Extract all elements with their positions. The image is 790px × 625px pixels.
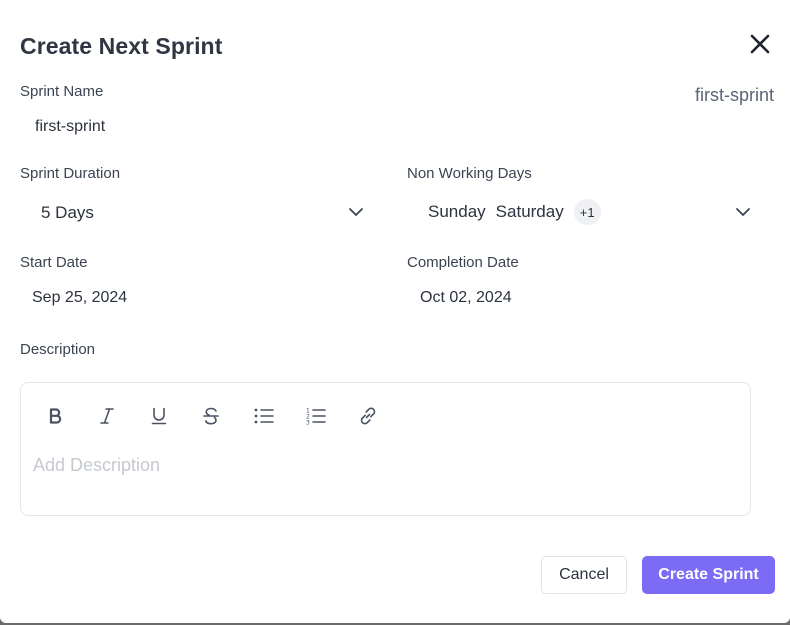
underline-button[interactable] <box>146 403 172 429</box>
bullet-list-button[interactable] <box>251 403 277 429</box>
bullet-list-icon <box>254 408 274 424</box>
more-days-badge: +1 <box>573 199 601 225</box>
sprint-slug: first-sprint <box>694 85 774 105</box>
modal-title: Create Next Sprint <box>20 33 223 59</box>
svg-text:3: 3 <box>306 420 310 427</box>
selected-days: Sunday Saturday +1 <box>428 199 601 225</box>
strikethrough-button[interactable] <box>198 403 224 429</box>
chevron-down-icon <box>736 208 750 216</box>
chevron-down-icon <box>349 208 363 216</box>
sprint-duration-label: Sprint Duration <box>20 165 121 182</box>
underline-icon <box>151 407 167 425</box>
italic-button[interactable] <box>94 403 120 429</box>
sprint-duration-value: 5 Days <box>41 203 94 222</box>
completion-date-label: Completion Date <box>407 254 519 271</box>
day-chip-saturday: Saturday <box>495 202 564 221</box>
cancel-button[interactable]: Cancel <box>541 556 627 594</box>
link-button[interactable] <box>355 403 381 429</box>
close-button[interactable] <box>744 28 776 60</box>
start-date-input[interactable]: Sep 25, 2024 <box>32 289 127 307</box>
sprint-name-label: Sprint Name <box>20 83 104 100</box>
day-chip-sunday: Sunday <box>428 202 486 221</box>
italic-icon <box>100 408 114 424</box>
bold-icon <box>49 408 62 424</box>
description-editor[interactable]: 1 2 3 Add Description <box>20 382 751 516</box>
sprint-duration-select[interactable]: 5 Days <box>20 196 370 230</box>
start-date-label: Start Date <box>20 254 88 271</box>
description-label: Description <box>20 341 96 358</box>
strikethrough-icon <box>203 407 219 425</box>
completion-date-input[interactable]: Oct 02, 2024 <box>420 289 512 307</box>
close-icon <box>750 34 770 54</box>
numbered-list-button[interactable]: 1 2 3 <box>303 403 329 429</box>
non-working-days-select[interactable]: Sunday Saturday +1 <box>407 196 757 230</box>
bold-button[interactable] <box>42 403 68 429</box>
numbered-list-icon: 1 2 3 <box>306 408 326 427</box>
link-icon <box>360 407 376 425</box>
non-working-days-label: Non Working Days <box>407 165 532 182</box>
sprint-name-input[interactable]: first-sprint <box>35 118 105 136</box>
description-placeholder: Add Description <box>33 455 161 475</box>
create-sprint-modal: Create Next Sprint first-sprint Sprint N… <box>0 0 790 623</box>
create-sprint-button[interactable]: Create Sprint <box>642 556 775 594</box>
